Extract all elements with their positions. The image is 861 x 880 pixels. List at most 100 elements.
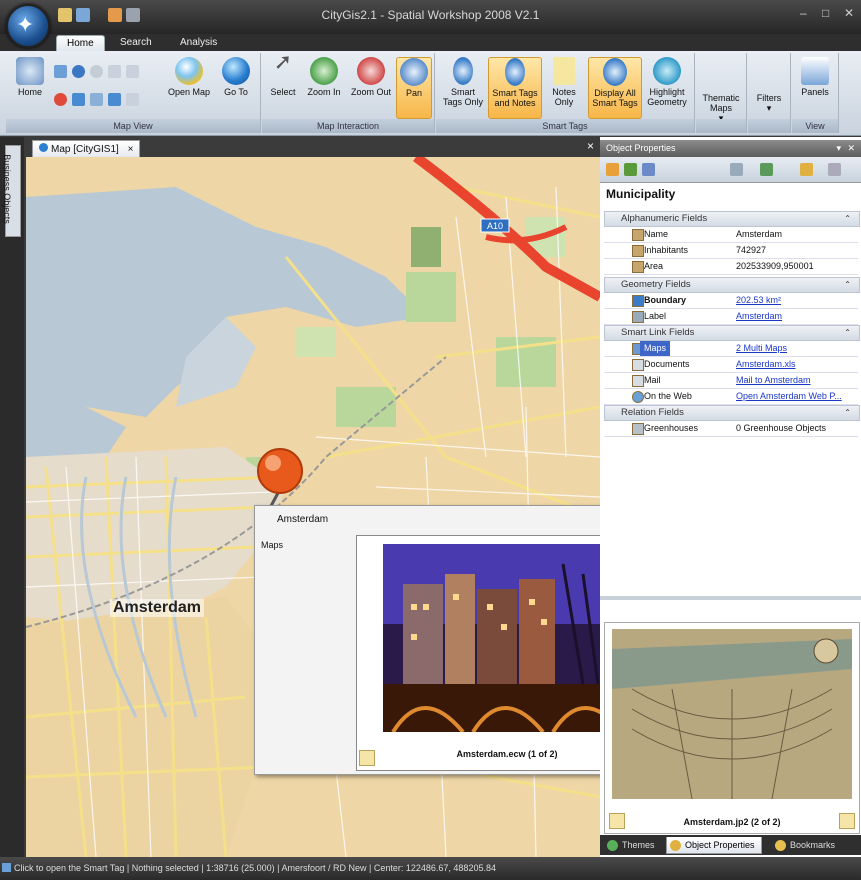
tab-bookmarks[interactable]: Bookmarks (772, 837, 835, 853)
property-link[interactable]: Open Amsterdam Web P... (736, 389, 842, 404)
property-row[interactable]: Area 202533909,950001 (604, 259, 858, 275)
historic-map-image (612, 629, 852, 799)
zoom-out-button[interactable]: Zoom Out (348, 57, 394, 97)
section-smart-link[interactable]: Smart Link Fields ⌃ (604, 325, 860, 341)
previous-page-button[interactable] (359, 750, 375, 766)
property-row[interactable]: Mail Mail to Amsterdam (604, 373, 858, 389)
business-objects-tab[interactable]: Business Objects (2, 145, 21, 237)
property-row[interactable]: Label Amsterdam (604, 309, 858, 325)
property-row-selected[interactable]: Maps 2 Multi Maps (604, 341, 858, 357)
property-link[interactable]: Mail to Amsterdam (736, 373, 811, 388)
section-alphanumeric[interactable]: Alphanumeric Fields ⌃ (604, 211, 860, 227)
collapse-icon[interactable]: ⌃ (828, 278, 851, 292)
globe-icon (222, 57, 250, 85)
open-map-button[interactable]: Open Map (164, 57, 214, 97)
tab-home[interactable]: Home (56, 35, 105, 52)
map-globe-icon (175, 57, 203, 85)
status-bar: Click to open the Smart Tag | Nothing se… (0, 857, 861, 880)
collapse-icon[interactable]: ⌃ (828, 212, 851, 226)
chart-alt-icon[interactable] (90, 93, 103, 106)
notes-only-button[interactable]: Notes Only (544, 57, 584, 107)
magnifier-icon[interactable] (126, 93, 139, 106)
property-row[interactable]: Name Amsterdam (604, 227, 858, 243)
document-tab-close[interactable]: × (128, 144, 134, 155)
zoom-in-button[interactable]: Zoom In (302, 57, 346, 97)
web-icon (632, 391, 644, 403)
document-tab-map[interactable]: Map [CityGIS1] × (32, 140, 141, 158)
select-label: Select (270, 87, 296, 97)
smart-tags-only-button[interactable]: Smart Tags Only (442, 57, 484, 107)
property-link[interactable]: Amsterdam (736, 309, 782, 324)
export-icon[interactable] (800, 163, 813, 176)
panels-label: Panels (801, 87, 829, 97)
panel-toolbar (600, 157, 861, 183)
open-icon[interactable] (76, 8, 90, 22)
note-icon (553, 57, 575, 85)
collapse-icon[interactable]: ⌃ (828, 406, 851, 420)
print-icon[interactable] (108, 8, 122, 22)
thematic-maps-label: Thematic Maps (702, 93, 740, 113)
panel-close-icon[interactable]: ✕ (847, 140, 855, 157)
display-all-label: Display All Smart Tags (592, 88, 638, 108)
zoom-window-icon[interactable] (126, 65, 139, 78)
property-value: Amsterdam (736, 229, 783, 239)
section-relation[interactable]: Relation Fields ⌃ (604, 405, 860, 421)
collapse-icon[interactable]: ⌃ (828, 326, 851, 340)
display-all-smart-tags-button[interactable]: Display All Smart Tags (588, 57, 642, 119)
property-row[interactable]: Boundary 202.53 km² (604, 293, 858, 309)
minimize-button[interactable]: – (800, 6, 807, 20)
settings-icon[interactable] (126, 8, 140, 22)
property-link[interactable]: 2 Multi Maps (736, 341, 787, 356)
property-key: Documents (644, 359, 690, 369)
pan-button[interactable]: Pan (396, 57, 432, 119)
panel-splitter[interactable] (600, 596, 861, 600)
refresh-icon[interactable] (54, 65, 67, 78)
status-icon (2, 863, 11, 872)
property-row[interactable]: Inhabitants 742927 (604, 243, 858, 259)
maximize-button[interactable]: □ (822, 6, 829, 20)
options-icon[interactable] (828, 163, 841, 176)
save-icon[interactable] (58, 8, 72, 22)
link-icon[interactable] (760, 163, 773, 176)
property-link[interactable]: Amsterdam.xls (736, 357, 796, 372)
thumbnail-previous-button[interactable] (609, 813, 625, 829)
tab-search[interactable]: Search (110, 35, 162, 51)
tab-analysis[interactable]: Analysis (170, 35, 227, 51)
property-row[interactable]: Documents Amsterdam.xls (604, 357, 858, 373)
section-geometry[interactable]: Geometry Fields ⌃ (604, 277, 860, 293)
home-button[interactable]: Home (12, 57, 48, 97)
pin-icon[interactable]: ▾ (836, 140, 841, 157)
label-icon (632, 311, 644, 323)
thumbnail-next-button[interactable] (839, 813, 855, 829)
map-thumbnail[interactable]: Amsterdam.jp2 (2 of 2) (604, 622, 860, 834)
close-button[interactable]: ✕ (844, 6, 854, 20)
property-row[interactable]: On the Web Open Amsterdam Web P... (604, 389, 858, 405)
property-row[interactable]: Greenhouses 0 Greenhouse Objects (604, 421, 858, 437)
section-title: Smart Link Fields (621, 327, 695, 338)
full-extent-icon[interactable] (108, 65, 121, 78)
stop-icon[interactable] (54, 93, 67, 106)
panels-button[interactable]: Panels (796, 57, 834, 97)
tab-themes[interactable]: Themes (604, 837, 655, 853)
smart-tags-and-notes-button[interactable]: Smart Tags and Notes (488, 57, 542, 119)
chart-bars-icon[interactable] (108, 93, 121, 106)
chart-icon[interactable] (72, 93, 85, 106)
tab-object-properties[interactable]: Object Properties (666, 837, 762, 854)
select-button[interactable]: ➚ Select (266, 51, 300, 98)
property-key: Boundary (644, 295, 687, 305)
previous-extent-icon[interactable] (72, 65, 85, 78)
properties-icon[interactable] (642, 163, 655, 176)
zoom-out-icon (357, 57, 385, 85)
highlight-geometry-button[interactable]: Highlight Geometry (644, 57, 690, 107)
field-icon (632, 261, 644, 273)
sort-icon[interactable] (606, 163, 619, 176)
category-icon[interactable] (624, 163, 637, 176)
search-icon[interactable] (730, 163, 743, 176)
go-to-button[interactable]: Go To (218, 57, 254, 97)
next-extent-icon[interactable] (90, 65, 103, 78)
filters-button[interactable]: Filters ▾ (752, 93, 786, 113)
pane-close-button[interactable]: × (587, 139, 594, 153)
property-key: Inhabitants (644, 245, 689, 255)
application-menu-button[interactable]: ✦ (6, 4, 50, 48)
property-link[interactable]: 202.53 km² (736, 293, 781, 308)
